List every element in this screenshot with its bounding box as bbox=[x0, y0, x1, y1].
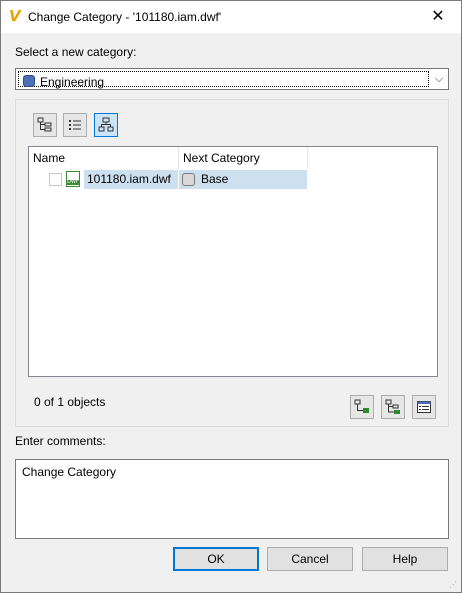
collapse-tree-button[interactable] bbox=[381, 395, 405, 419]
dwf-file-icon: DWF bbox=[66, 171, 80, 187]
objects-grid[interactable]: Name Next Category DWF 101180.iam.dwf Ba… bbox=[28, 146, 438, 377]
next-category-value: Base bbox=[201, 172, 229, 186]
category-selection: Engineering bbox=[18, 71, 429, 89]
ok-button[interactable]: OK bbox=[173, 547, 259, 571]
category-color-swatch bbox=[23, 75, 35, 87]
category-color-swatch bbox=[182, 173, 195, 186]
cancel-button[interactable]: Cancel bbox=[267, 547, 353, 571]
change-category-dialog: V Change Category - '101180.iam.dwf' ✕ S… bbox=[0, 0, 462, 593]
title-bar: V Change Category - '101180.iam.dwf' ✕ bbox=[1, 1, 461, 33]
chevron-down-icon[interactable]: ⌵ bbox=[430, 69, 448, 89]
properties-icon bbox=[417, 401, 431, 413]
vault-app-icon: V bbox=[9, 7, 21, 25]
expand-tree-icon bbox=[354, 399, 369, 413]
resize-grip-icon[interactable]: ⋰ bbox=[449, 580, 459, 590]
close-icon[interactable]: ✕ bbox=[415, 1, 461, 33]
object-count: 0 of 1 objects bbox=[34, 395, 106, 409]
category-value: Engineering bbox=[40, 75, 105, 89]
window-title: Change Category - '101180.iam.dwf' bbox=[28, 10, 222, 24]
row-next-category-cell[interactable]: Base bbox=[179, 170, 307, 189]
category-dropdown[interactable]: Engineering ⌵ bbox=[15, 68, 449, 90]
properties-button[interactable] bbox=[412, 395, 436, 419]
table-row[interactable]: DWF 101180.iam.dwf Base bbox=[29, 170, 308, 189]
comments-label: Enter comments: bbox=[15, 434, 106, 448]
row-name-cell[interactable]: 101180.iam.dwf bbox=[84, 170, 178, 189]
list-view-icon bbox=[69, 120, 81, 130]
list-view-button[interactable] bbox=[63, 113, 87, 137]
comments-textarea[interactable]: Change Category bbox=[15, 459, 449, 539]
help-button[interactable]: Help bbox=[362, 547, 448, 571]
tree-view-button[interactable] bbox=[33, 113, 57, 137]
column-header-next-category[interactable]: Next Category bbox=[179, 147, 308, 169]
tree-view-icon bbox=[37, 117, 52, 132]
category-label: Select a new category: bbox=[15, 45, 137, 59]
collapse-tree-icon bbox=[385, 399, 400, 414]
row-checkbox[interactable] bbox=[49, 173, 62, 186]
column-header-name[interactable]: Name bbox=[29, 147, 179, 169]
expand-tree-button[interactable] bbox=[350, 395, 374, 419]
grouped-view-icon bbox=[98, 117, 114, 132]
grouped-view-button[interactable] bbox=[94, 113, 118, 137]
